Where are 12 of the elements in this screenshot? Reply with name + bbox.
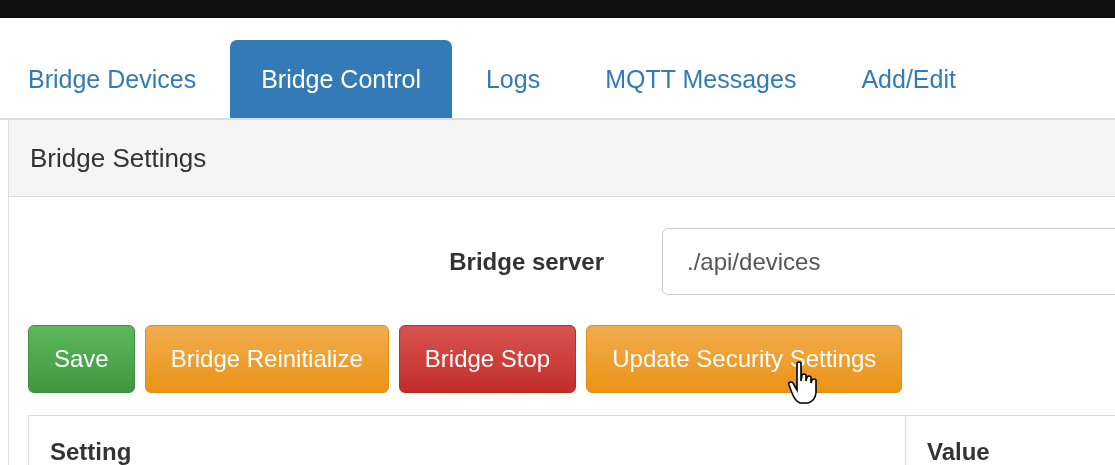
tab[interactable]: Add/Edit [830,40,987,118]
tab[interactable]: Logs [454,40,572,118]
column-header: Value [926,437,991,465]
action-button[interactable]: Bridge Stop [398,325,577,393]
tab[interactable]: Bridge Control [230,40,452,118]
field-label: Bridge server [448,247,604,276]
column-header: Setting [29,416,906,465]
action-button[interactable]: Save [28,325,135,393]
input-field[interactable]: ./api/devices [662,228,1115,295]
panel-heading: Bridge Settings [9,120,1115,197]
tab[interactable]: Bridge Devices [0,40,228,118]
tab[interactable]: MQTT Messages [574,40,828,118]
